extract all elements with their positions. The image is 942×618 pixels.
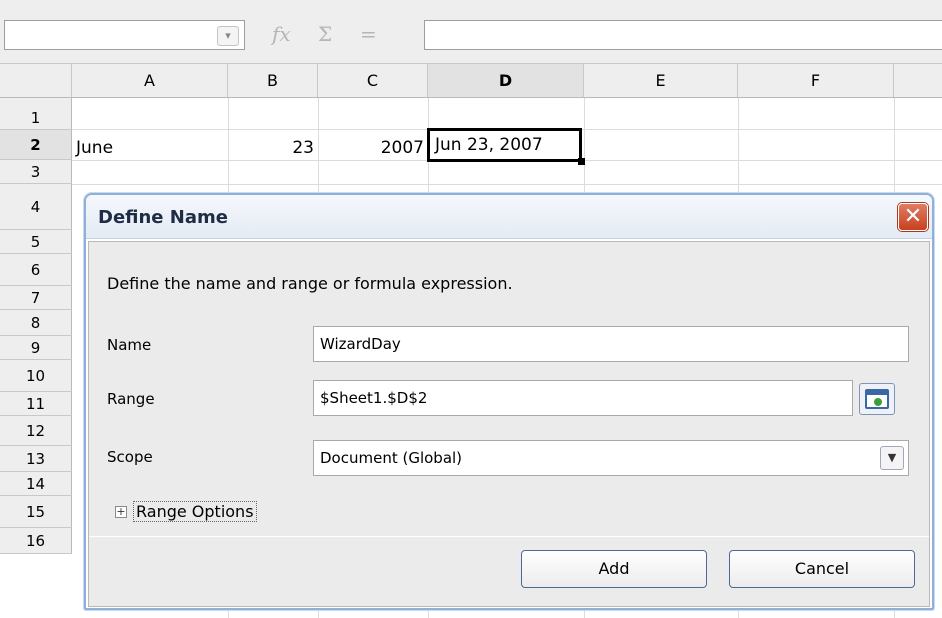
name-label: Name [107,336,152,354]
fill-handle[interactable] [578,158,585,165]
row-header-15[interactable]: 15 [0,496,72,528]
cell-d2-selected[interactable]: Jun 23, 2007 [427,128,582,162]
grid-line [72,184,942,185]
column-header-next[interactable] [894,64,942,98]
name-box-dropdown-icon[interactable]: ▾ [217,26,239,46]
row-header-10[interactable]: 10 [0,360,72,392]
dialog-body: Define the name and range or formula exp… [88,241,930,607]
row-header-7[interactable]: 7 [0,286,72,310]
range-input[interactable]: $Sheet1.$D$2 [313,380,853,416]
shrink-range-button[interactable] [859,383,895,415]
expand-plus-icon[interactable]: + [115,506,127,518]
sum-icon[interactable]: Σ [318,20,332,48]
scope-label: Scope [107,448,153,466]
formula-icon[interactable]: = [360,20,377,48]
cell-c2[interactable]: 2007 [322,138,424,158]
row-header-13[interactable]: 13 [0,446,72,472]
row-header-11[interactable]: 11 [0,392,72,416]
shrink-icon [865,389,889,409]
formula-input[interactable] [424,20,942,50]
add-button[interactable]: Add [521,550,707,588]
row-header-1[interactable]: 1 [0,98,72,130]
cell-a2[interactable]: June [76,138,113,158]
dialog-description: Define the name and range or formula exp… [107,274,513,293]
formula-toolbar: ▾ 𝑓x Σ = [0,0,942,64]
function-wizard-icon[interactable]: 𝑓x [272,20,291,48]
row-header-3[interactable]: 3 [0,160,72,184]
row-header-14[interactable]: 14 [0,472,72,496]
close-icon[interactable]: ✕ [898,203,928,231]
row-header-12[interactable]: 12 [0,416,72,446]
column-header-c[interactable]: C [318,64,428,98]
column-header-d[interactable]: D [428,64,584,98]
select-all-corner[interactable] [0,64,72,98]
row-header-8[interactable]: 8 [0,310,72,336]
column-header-b[interactable]: B [228,64,318,98]
name-input[interactable]: WizardDay [313,326,909,362]
column-header-e[interactable]: E [584,64,738,98]
row-header-5[interactable]: 5 [0,230,72,254]
chevron-down-icon[interactable]: ▼ [880,446,904,470]
row-header-9[interactable]: 9 [0,336,72,360]
range-label: Range [107,390,155,408]
row-header-2[interactable]: 2 [0,130,72,160]
row-header-6[interactable]: 6 [0,254,72,286]
cancel-button[interactable]: Cancel [729,550,915,588]
define-name-dialog: Define Name ✕ Define the name and range … [84,193,934,610]
dialog-title: Define Name [98,207,228,228]
dialog-titlebar[interactable]: Define Name ✕ [86,195,932,239]
name-box[interactable] [4,20,245,50]
cell-b2[interactable]: 23 [232,138,314,158]
range-options-toggle[interactable]: Range Options [133,501,257,522]
scope-select[interactable]: Document (Global) [313,440,909,476]
separator [89,536,929,537]
column-header-f[interactable]: F [738,64,894,98]
column-header-a[interactable]: A [72,64,228,98]
row-header-16[interactable]: 16 [0,528,72,554]
row-header-4[interactable]: 4 [0,184,72,230]
